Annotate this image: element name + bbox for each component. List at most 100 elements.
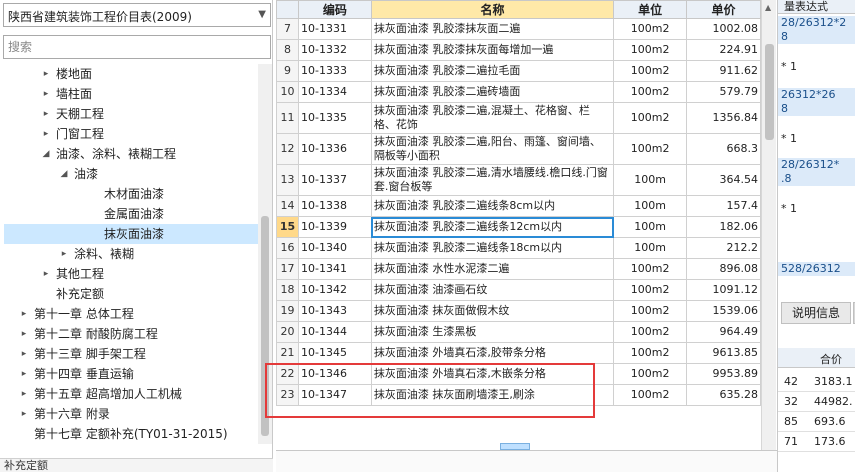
code-cell[interactable]: 10-1344 [297,321,372,343]
code-cell[interactable]: 10-1341 [297,258,372,280]
row-number[interactable]: 12 [276,133,299,165]
unit-cell[interactable]: 100m2 [613,363,688,385]
price-cell[interactable]: 896.08 [686,258,761,280]
name-cell[interactable]: 抹灰面油漆 乳胶漆二遍线条8cm以内 [370,195,615,217]
name-cell[interactable]: 抹灰面油漆 油漆画石纹 [370,279,615,301]
name-cell[interactable]: 抹灰面油漆 生漆黑板 [370,321,615,343]
row-number[interactable]: 22 [276,363,299,385]
unit-cell[interactable]: 100m2 [613,384,688,406]
unit-cell[interactable]: 100m [613,195,688,217]
code-cell[interactable]: 10-1343 [297,300,372,322]
name-cell[interactable]: 抹灰面油漆 乳胶漆二遍,清水墙腰线.檐口线.门窗套.窗台板等 [370,164,615,196]
name-cell[interactable]: 抹灰面油漆 乳胶漆二遍,阳台、雨篷、窗间墙、隔板等小面积 [370,133,615,165]
total-row[interactable]: 42 3183.1 [778,372,855,392]
name-cell[interactable]: 抹灰面油漆 乳胶漆二遍砖墙面 [370,81,615,103]
expand-icon[interactable]: ▸ [40,84,52,104]
tree-node[interactable]: ▸ 第十五章 超高增加人工机械 [4,384,258,404]
price-cell[interactable]: 212.2 [686,237,761,259]
code-cell[interactable]: 10-1336 [297,133,372,165]
tree-node[interactable]: 补充定额 [4,284,258,304]
expression-cell[interactable]: 26312*26 [778,88,855,102]
price-cell[interactable]: 1539.06 [686,300,761,322]
table-row[interactable]: 10 10-1334 抹灰面油漆 乳胶漆二遍砖墙面 100m2 579.79 [276,81,761,103]
code-cell[interactable]: 10-1331 [297,18,372,40]
tree-node[interactable]: ◢ 油漆、涂料、裱糊工程 [4,144,258,164]
expression-cell[interactable]: * 1 [778,132,855,146]
expression-cell[interactable]: 28/26312* [778,158,855,172]
expand-icon[interactable]: ▸ [40,264,52,284]
unit-cell[interactable]: 100m2 [613,300,688,322]
table-row[interactable]: 23 10-1347 抹灰面油漆 抹灰面刷墙漆王,刷涂 100m2 635.28 [276,384,761,406]
table-row[interactable]: 15 10-1339 抹灰面油漆 乳胶漆二遍线条12cm以内 100m 182.06 [276,216,761,238]
tree-node[interactable]: ▸ 门窗工程 [4,124,258,144]
table-row[interactable]: 22 10-1346 抹灰面油漆 外墙真石漆,木嵌条分格 100m2 9953.89 [276,363,761,385]
price-cell[interactable]: 224.91 [686,39,761,61]
table-row[interactable]: 11 10-1335 抹灰面油漆 乳胶漆二遍,混凝土、花格窗、栏格、花饰 100m2 1… [276,102,761,134]
row-number[interactable]: 11 [276,102,299,134]
table-row[interactable]: 8 10-1332 抹灰面油漆 乳胶漆抹灰面每增加一遍 100m2 224.91 [276,39,761,61]
row-number[interactable]: 21 [276,342,299,364]
price-cell[interactable]: 964.49 [686,321,761,343]
tree-scrollbar-thumb[interactable] [261,216,269,436]
table-scrollbar-thumb[interactable] [765,44,774,140]
search-input[interactable] [3,35,271,59]
name-cell[interactable]: 抹灰面油漆 乳胶漆二遍拉毛面 [370,60,615,82]
unit-cell[interactable]: 100m2 [613,258,688,280]
price-cell[interactable]: 1002.08 [686,18,761,40]
expand-icon[interactable]: ▸ [18,304,30,324]
code-cell[interactable]: 10-1342 [297,279,372,301]
code-cell[interactable]: 10-1337 [297,164,372,196]
name-cell[interactable]: 抹灰面油漆 水性水泥漆二遍 [370,258,615,280]
col-header-code[interactable]: 编码 [297,0,372,19]
tree-node[interactable]: ▸ 第十三章 脚手架工程 [4,344,258,364]
code-cell[interactable]: 10-1345 [297,342,372,364]
tree-node[interactable]: 抹灰面油漆 [4,224,258,244]
code-cell[interactable]: 10-1332 [297,39,372,61]
tree-scrollbar[interactable] [258,64,272,444]
table-row[interactable]: 20 10-1344 抹灰面油漆 生漆黑板 100m2 964.49 [276,321,761,343]
code-cell[interactable]: 10-1346 [297,363,372,385]
table-row[interactable]: 14 10-1338 抹灰面油漆 乳胶漆二遍线条8cm以内 100m 157.4 [276,195,761,217]
expand-icon[interactable]: ▸ [40,64,52,84]
code-cell[interactable]: 10-1334 [297,81,372,103]
total-row[interactable]: 32 44982. [778,392,855,412]
table-row[interactable]: 17 10-1341 抹灰面油漆 水性水泥漆二遍 100m2 896.08 [276,258,761,280]
tree-node[interactable]: 第十七章 定额补充(TY01-31-2015) [4,424,258,444]
price-cell[interactable]: 157.4 [686,195,761,217]
unit-cell[interactable]: 100m [613,164,688,196]
unit-cell[interactable]: 100m2 [613,102,688,134]
price-cell[interactable]: 9613.85 [686,342,761,364]
table-row[interactable]: 16 10-1340 抹灰面油漆 乳胶漆二遍线条18cm以内 100m 212.2 [276,237,761,259]
row-number[interactable]: 8 [276,39,299,61]
tree-node[interactable]: ▸ 涂料、裱糊 [4,244,258,264]
tree-node[interactable]: ▸ 其他工程 [4,264,258,284]
price-cell[interactable]: 635.28 [686,384,761,406]
row-number[interactable]: 7 [276,18,299,40]
tree-node[interactable]: ▸ 第十二章 耐酸防腐工程 [4,324,258,344]
tree-node[interactable]: 木材面油漆 [4,184,258,204]
collapse-icon[interactable]: ◢ [40,144,52,164]
name-cell[interactable]: 抹灰面油漆 乳胶漆二遍线条12cm以内 [370,216,615,238]
tree-node[interactable]: 金属面油漆 [4,204,258,224]
unit-cell[interactable]: 100m2 [613,18,688,40]
expression-cell[interactable]: 8 [778,30,855,44]
expand-icon[interactable]: ▸ [18,364,30,384]
code-cell[interactable]: 10-1335 [297,102,372,134]
expand-icon[interactable]: ▸ [18,324,30,344]
table-scrollbar[interactable]: ▲ [761,0,776,450]
name-cell[interactable]: 抹灰面油漆 乳胶漆抹灰面二遍 [370,18,615,40]
name-cell[interactable]: 抹灰面油漆 外墙真石漆,胶带条分格 [370,342,615,364]
name-cell[interactable]: 抹灰面油漆 抹灰面做假木纹 [370,300,615,322]
expression-cell[interactable]: * 1 [778,60,855,74]
table-row[interactable]: 21 10-1345 抹灰面油漆 外墙真石漆,胶带条分格 100m2 9613.85 [276,342,761,364]
row-number[interactable]: 10 [276,81,299,103]
expand-icon[interactable]: ▸ [40,124,52,144]
row-number[interactable]: 17 [276,258,299,280]
expression-cell[interactable]: 28/26312*2 [778,16,855,30]
tree-node[interactable]: ▸ 第十四章 垂直运输 [4,364,258,384]
code-cell[interactable]: 10-1339 [297,216,372,238]
row-number[interactable]: 18 [276,279,299,301]
row-number[interactable]: 14 [276,195,299,217]
name-cell[interactable]: 抹灰面油漆 抹灰面刷墙漆王,刷涂 [370,384,615,406]
expression-cell[interactable]: 528/26312 [778,262,855,276]
